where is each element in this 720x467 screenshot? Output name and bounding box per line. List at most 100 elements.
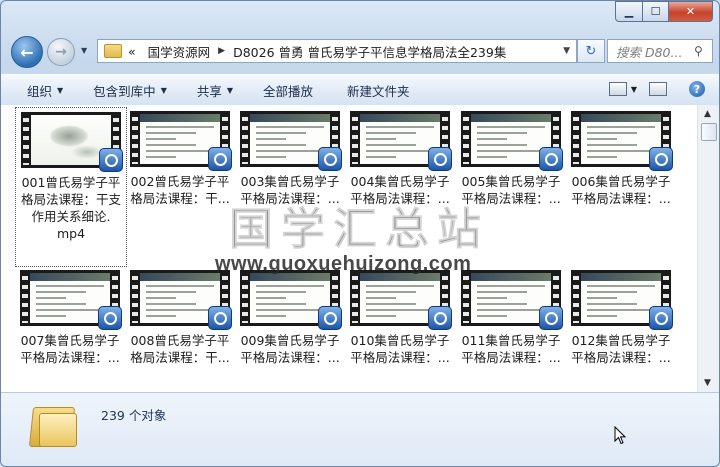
video-thumbnail [461, 270, 563, 330]
file-item[interactable]: 004集曾氏易学子 平格局法课程：... [345, 107, 455, 207]
breadcrumb-separator-icon[interactable]: ▶ [218, 46, 225, 56]
organize-label: 组织 [27, 83, 53, 99]
view-options-dropdown[interactable]: ▼ [631, 85, 637, 94]
video-thumbnail [461, 111, 563, 171]
search-input[interactable]: 搜索 D80... [616, 42, 692, 61]
minimize-button[interactable]: ▁ [615, 1, 643, 22]
video-thumbnail [21, 112, 123, 172]
search-icon[interactable]: ⚲ [694, 44, 703, 58]
folder-large-icon [28, 403, 79, 447]
media-player-icon [99, 148, 123, 172]
file-name-line: 平格局法课程：... [20, 350, 120, 365]
chevron-down-icon: ▼ [57, 85, 64, 95]
forward-arrow-icon: → [55, 44, 67, 60]
file-name-line: 作用关系细论. [31, 209, 111, 224]
scroll-up-icon[interactable]: ▲ [704, 109, 711, 119]
address-bar[interactable]: « 国学资源网 ▶ D8026 曾勇 曾氏易学子平信息学格局法全239集 ▼ [97, 39, 577, 63]
media-player-icon [649, 306, 673, 330]
file-name-line: 007集曾氏易学子 [20, 333, 120, 348]
file-name: 002曾氏易学子平 格局法课程：干... [125, 173, 235, 207]
file-item[interactable]: 008曾氏易学子平 格局法课程：干... [125, 266, 235, 366]
share-label: 共享 [196, 83, 222, 99]
video-thumbnail [130, 111, 232, 171]
file-item[interactable]: 012集曾氏易学子 平格局法课程：... [566, 266, 676, 366]
explorer-window: ▁ ☐ ✕ ← → ▼ « 国学资源网 ▶ D8026 曾勇 曾氏易学子平信息学… [0, 0, 720, 467]
file-name-line: 平格局法课程：... [240, 350, 340, 365]
media-player-icon [318, 147, 342, 171]
maximize-button[interactable]: ☐ [643, 1, 669, 22]
scroll-down-icon[interactable]: ▼ [704, 378, 711, 388]
file-item[interactable]: 009集曾氏易学子 平格局法课程：... [235, 266, 345, 366]
file-item[interactable]: 011集曾氏易学子 平格局法课程：... [456, 266, 566, 366]
forward-button[interactable]: → [47, 38, 75, 66]
file-name-line: 004集曾氏易学子 [350, 174, 450, 189]
video-thumbnail [350, 111, 452, 171]
close-button[interactable]: ✕ [669, 1, 713, 22]
change-view-icon[interactable] [608, 82, 627, 96]
media-player-icon [208, 306, 232, 330]
file-name-line: 格局法课程：干支 [20, 192, 121, 207]
file-item[interactable]: 001曾氏易学子平 格局法课程：干支 作用关系细论. mp4 [15, 107, 127, 267]
include-library-label: 包含到库中 [93, 83, 156, 99]
file-name-line: 006集曾氏易学子 [571, 174, 671, 189]
back-button[interactable]: ← [11, 36, 43, 68]
file-name-line: 平格局法课程：... [350, 350, 450, 365]
media-player-icon [428, 147, 452, 171]
media-player-icon [649, 147, 673, 171]
folder-icon [104, 44, 122, 58]
video-thumbnail [130, 270, 232, 330]
file-item[interactable]: 007集曾氏易学子 平格局法课程：... [15, 266, 125, 366]
file-name: 008曾氏易学子平 格局法课程：干... [125, 332, 235, 366]
play-all-button[interactable]: 全部播放 [263, 81, 313, 100]
address-dropdown-icon[interactable]: ▼ [563, 46, 570, 56]
chevron-down-icon: ▼ [226, 85, 234, 95]
file-name-line: 011集曾氏易学子 [461, 333, 561, 348]
navigation-bar: ← → ▼ « 国学资源网 ▶ D8026 曾勇 曾氏易学子平信息学格局法全23… [1, 34, 719, 68]
watermark-url: www.guoxuehuizong.com [215, 253, 472, 275]
breadcrumb-item-current[interactable]: D8026 曾勇 曾氏易学子平信息学格局法全239集 [233, 42, 506, 61]
media-player-icon [208, 147, 232, 171]
back-arrow-icon: ← [20, 42, 34, 62]
media-player-icon [539, 306, 563, 330]
mouse-cursor-icon [614, 426, 626, 445]
file-name-line: 格局法课程：干... [130, 191, 230, 206]
file-name-line: 平格局法课程：... [571, 191, 671, 206]
chevron-down-icon: ▼ [160, 85, 167, 95]
file-name: 009集曾氏易学子 平格局法课程：... [235, 332, 345, 366]
help-icon[interactable]: ? [689, 81, 705, 97]
file-item[interactable]: 002曾氏易学子平 格局法课程：干... [125, 107, 235, 207]
vertical-scrollbar[interactable]: ▲ ▼ [697, 105, 719, 392]
preview-pane-icon[interactable] [649, 82, 667, 96]
file-name-line: 009集曾氏易学子 [240, 333, 340, 348]
file-name-line: 005集曾氏易学子 [461, 174, 561, 189]
recent-pages-dropdown[interactable]: ▼ [81, 46, 87, 55]
search-box[interactable]: 搜索 D80... ⚲ [607, 39, 713, 63]
share-button[interactable]: 共享 ▼ [197, 81, 233, 100]
details-pane: 239 个对象 [1, 392, 719, 466]
video-thumbnail [20, 270, 122, 330]
file-name-line: 平格局法课程：... [461, 350, 561, 365]
refresh-button[interactable]: ↻ [577, 39, 605, 63]
file-name-line: 010集曾氏易学子 [350, 333, 450, 348]
watermark-title: 国学汇总站 [229, 204, 489, 256]
breadcrumb-item-parent[interactable]: 国学资源网 [148, 42, 211, 61]
file-item[interactable]: 006集曾氏易学子 平格局法课程：... [566, 107, 676, 207]
media-player-icon [428, 306, 452, 330]
refresh-icon: ↻ [585, 43, 597, 59]
file-name-line: 003集曾氏易学子 [240, 174, 340, 189]
file-item[interactable]: 003集曾氏易学子 平格局法课程：... [235, 107, 345, 207]
file-name: 006集曾氏易学子 平格局法课程：... [566, 173, 676, 207]
file-name-line: 001曾氏易学子平 [21, 175, 121, 190]
new-folder-button[interactable]: 新建文件夹 [347, 81, 410, 100]
breadcrumb-overflow[interactable]: « [128, 44, 136, 59]
file-name-line: mp4 [56, 226, 86, 241]
file-item[interactable]: 010集曾氏易学子 平格局法课程：... [345, 266, 455, 366]
file-item[interactable]: 005集曾氏易学子 平格局法课程：... [456, 107, 566, 207]
command-bar: 组织 ▼ 包含到库中 ▼ 共享 ▼ 全部播放 新建文件夹 ▼ ? [1, 74, 719, 106]
caption-buttons: ▁ ☐ ✕ [615, 1, 713, 22]
organize-button[interactable]: 组织 ▼ [27, 81, 63, 100]
include-in-library-button[interactable]: 包含到库中 ▼ [93, 81, 167, 100]
scrollbar-thumb[interactable] [701, 123, 717, 141]
file-name: 011集曾氏易学子 平格局法课程：... [456, 332, 566, 366]
file-name: 001曾氏易学子平 格局法课程：干支 作用关系细论. mp4 [16, 174, 126, 242]
